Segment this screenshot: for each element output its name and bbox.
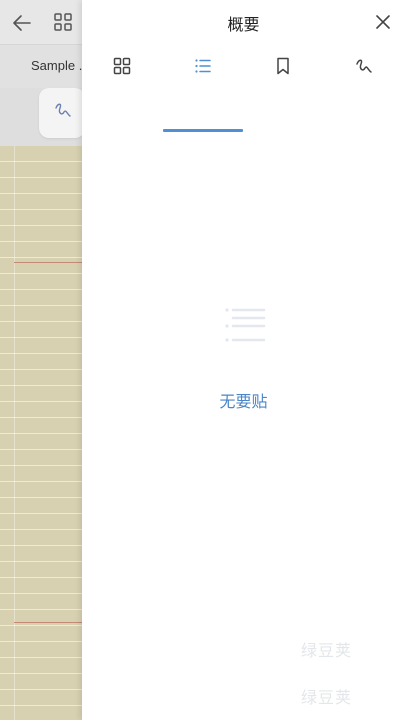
bookmark-icon (277, 57, 289, 75)
tab-outline[interactable] (163, 44, 243, 88)
paper-red-rule (14, 262, 82, 263)
empty-state-text: 无要贴 (219, 392, 268, 411)
tab-bookmarks[interactable] (243, 44, 323, 88)
paper-red-rule (14, 622, 82, 623)
drawer-title: 概要 (227, 15, 260, 34)
drawer-header: 概要 (82, 0, 405, 44)
active-tab-indicator (163, 129, 243, 132)
grid-view-icon[interactable] (53, 12, 73, 32)
background-notebook: Sample . (0, 0, 82, 720)
outline-drawer: 概要 无要贴 绿豆荚 绿豆荚 (82, 0, 405, 720)
watermark: 绿豆荚 (301, 688, 353, 707)
drawer-tabs (82, 44, 405, 132)
close-icon (376, 15, 390, 29)
tab-thumbnails[interactable] (82, 44, 162, 88)
empty-list-icon (225, 308, 266, 342)
close-button[interactable] (371, 10, 395, 34)
back-arrow-icon[interactable] (11, 12, 33, 34)
tab-handwriting[interactable] (324, 44, 404, 88)
scribble-icon (356, 59, 372, 73)
screen: Sample . 概要 无要贴 绿豆荚 绿豆荚 (0, 0, 405, 720)
list-icon (195, 59, 211, 73)
document-tab-label[interactable]: Sample . (31, 58, 82, 73)
paper-margin-line (14, 146, 15, 720)
notebook-paper[interactable] (0, 146, 82, 720)
watermark: 绿豆荚 (301, 641, 353, 660)
grid-icon (113, 57, 131, 75)
pen-icon (55, 103, 71, 117)
